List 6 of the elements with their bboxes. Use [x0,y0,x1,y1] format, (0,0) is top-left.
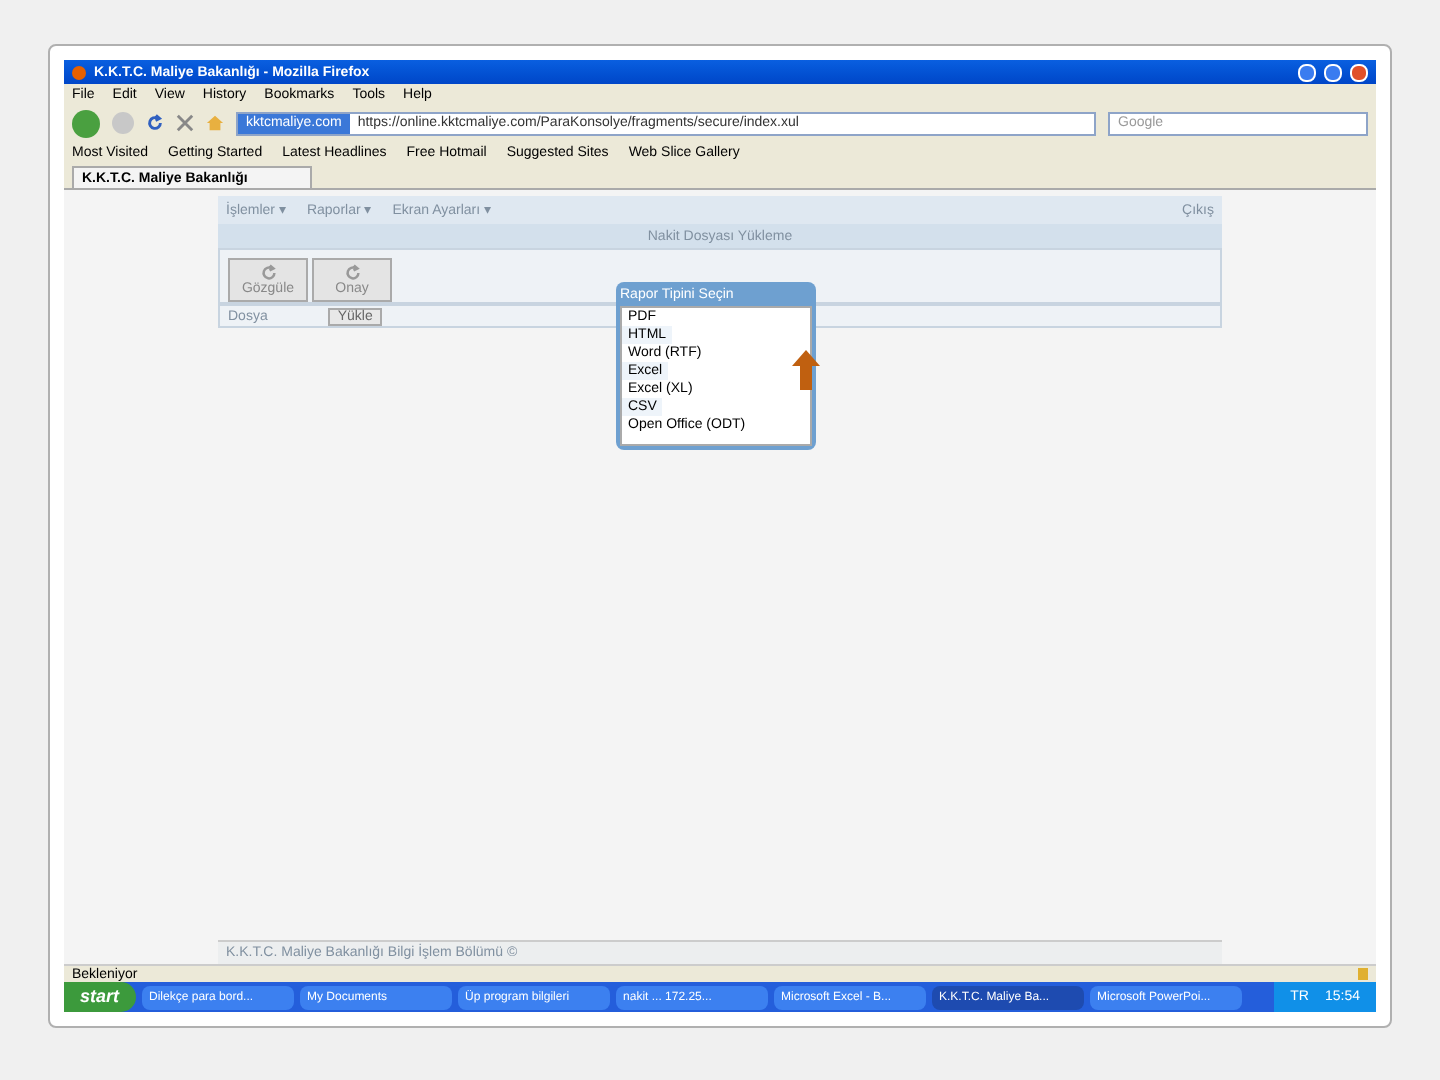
close-icon[interactable] [176,114,194,132]
reload-icon[interactable] [146,114,164,132]
refresh-icon [343,264,361,282]
refresh-icon [259,264,277,282]
arrow-cursor-icon [792,350,820,390]
start-button[interactable]: start [64,982,136,1012]
